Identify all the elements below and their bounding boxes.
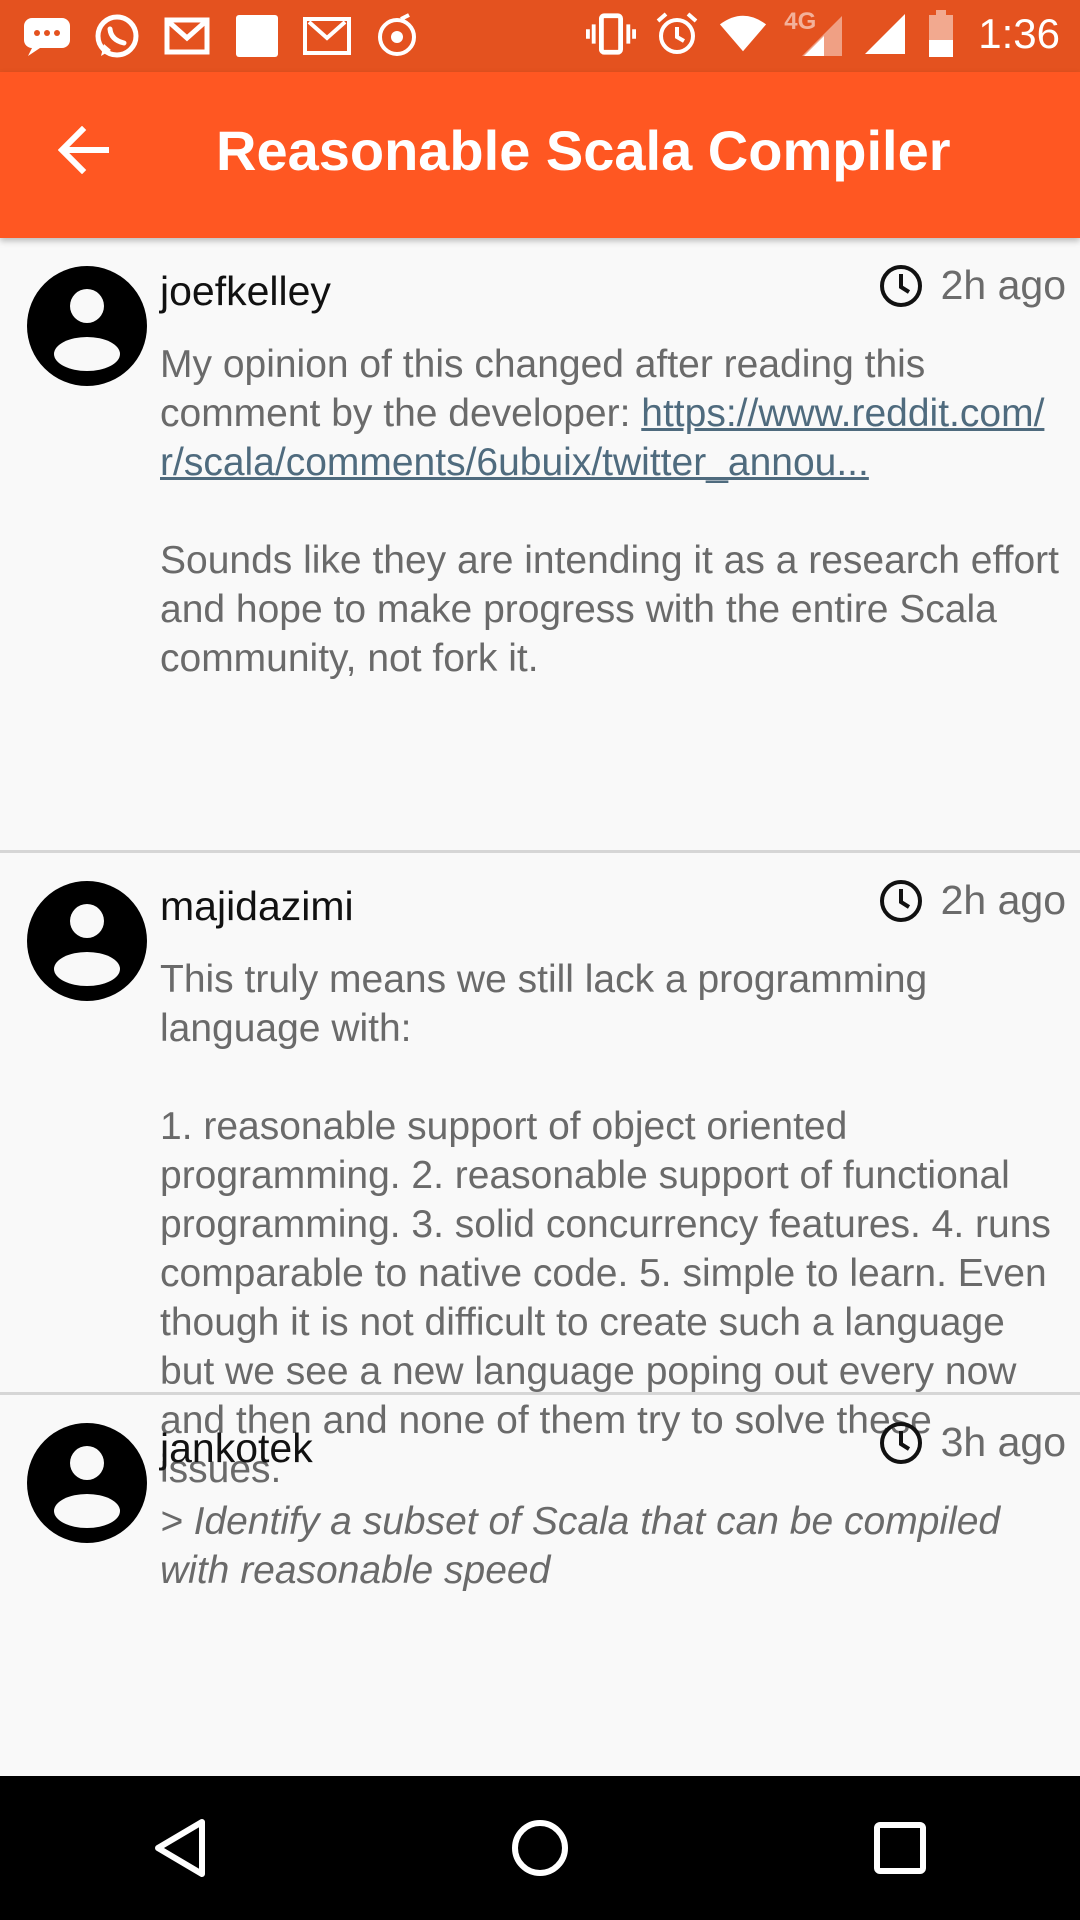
clock-icon [879, 879, 922, 922]
comment-item[interactable]: majidazimi 2h ago This truly means we st… [0, 853, 1080, 1491]
alarm-icon [652, 8, 702, 60]
comment-time-text: 2h ago [940, 262, 1066, 308]
comment-time-text: 2h ago [940, 877, 1066, 923]
comment-time-text: 3h ago [940, 1419, 1066, 1465]
comment-time: 2h ago [879, 877, 1066, 924]
comment-author[interactable]: joefkelley [160, 268, 331, 315]
blank-notification-icon [232, 10, 282, 62]
clock: 1:36 [978, 10, 1060, 57]
status-bar: 4G 1:36 [0, 0, 1080, 72]
battery-icon [926, 8, 956, 60]
avatar-icon[interactable] [27, 881, 147, 1001]
avatar-icon[interactable] [27, 1423, 147, 1543]
clock-icon [879, 264, 922, 307]
clock-icon [879, 1421, 922, 1464]
whatsapp-icon [92, 10, 142, 62]
music-icon [372, 10, 422, 62]
comment-time: 2h ago [879, 262, 1066, 309]
wifi-icon [718, 8, 768, 60]
comment-author[interactable]: majidazimi [160, 883, 354, 930]
comment-body: My opinion of this changed after reading… [160, 340, 1060, 683]
app-bar: Reasonable Scala Compiler [0, 72, 1080, 238]
comment-paragraph: Sounds like they are intending it as a r… [160, 539, 1059, 680]
notification-icons [22, 10, 422, 62]
vibrate-icon [586, 8, 637, 60]
comment-item[interactable]: joefkelley 2h ago My opinion of this cha… [0, 238, 1080, 853]
gmail-icon [162, 10, 212, 62]
nav-back-icon [155, 1819, 205, 1877]
comment-quote: > Identify a subset of Scala that can be… [160, 1500, 1001, 1592]
signal-icon [860, 8, 910, 60]
nav-home-icon [512, 1820, 568, 1876]
comment-item[interactable]: jankotek 3h ago > Identify a subset of S… [0, 1395, 1080, 1776]
comment-body: > Identify a subset of Scala that can be… [160, 1497, 1060, 1595]
nav-home-button[interactable] [480, 1788, 600, 1908]
comment-list[interactable]: joefkelley 2h ago My opinion of this cha… [0, 238, 1080, 1776]
avatar-icon[interactable] [27, 266, 147, 386]
comment-paragraph: This truly means we still lack a program… [160, 958, 928, 1050]
comment-paragraph: My opinion of this changed after reading… [160, 340, 1060, 487]
messaging-icon [22, 10, 72, 62]
navigation-bar [0, 1776, 1080, 1920]
system-icons: 4G 1:36 [586, 8, 1060, 60]
nav-recents-icon [874, 1822, 926, 1874]
arrow-back-icon [58, 126, 109, 174]
back-button[interactable] [44, 110, 124, 190]
signal-icon: 4G [784, 8, 844, 60]
gmail-icon [302, 10, 352, 62]
nav-recents-button[interactable] [840, 1788, 960, 1908]
nav-back-button[interactable] [120, 1788, 240, 1908]
comment-time: 3h ago [879, 1419, 1066, 1466]
comment-author[interactable]: jankotek [160, 1425, 313, 1472]
page-title: Reasonable Scala Compiler [216, 119, 951, 182]
